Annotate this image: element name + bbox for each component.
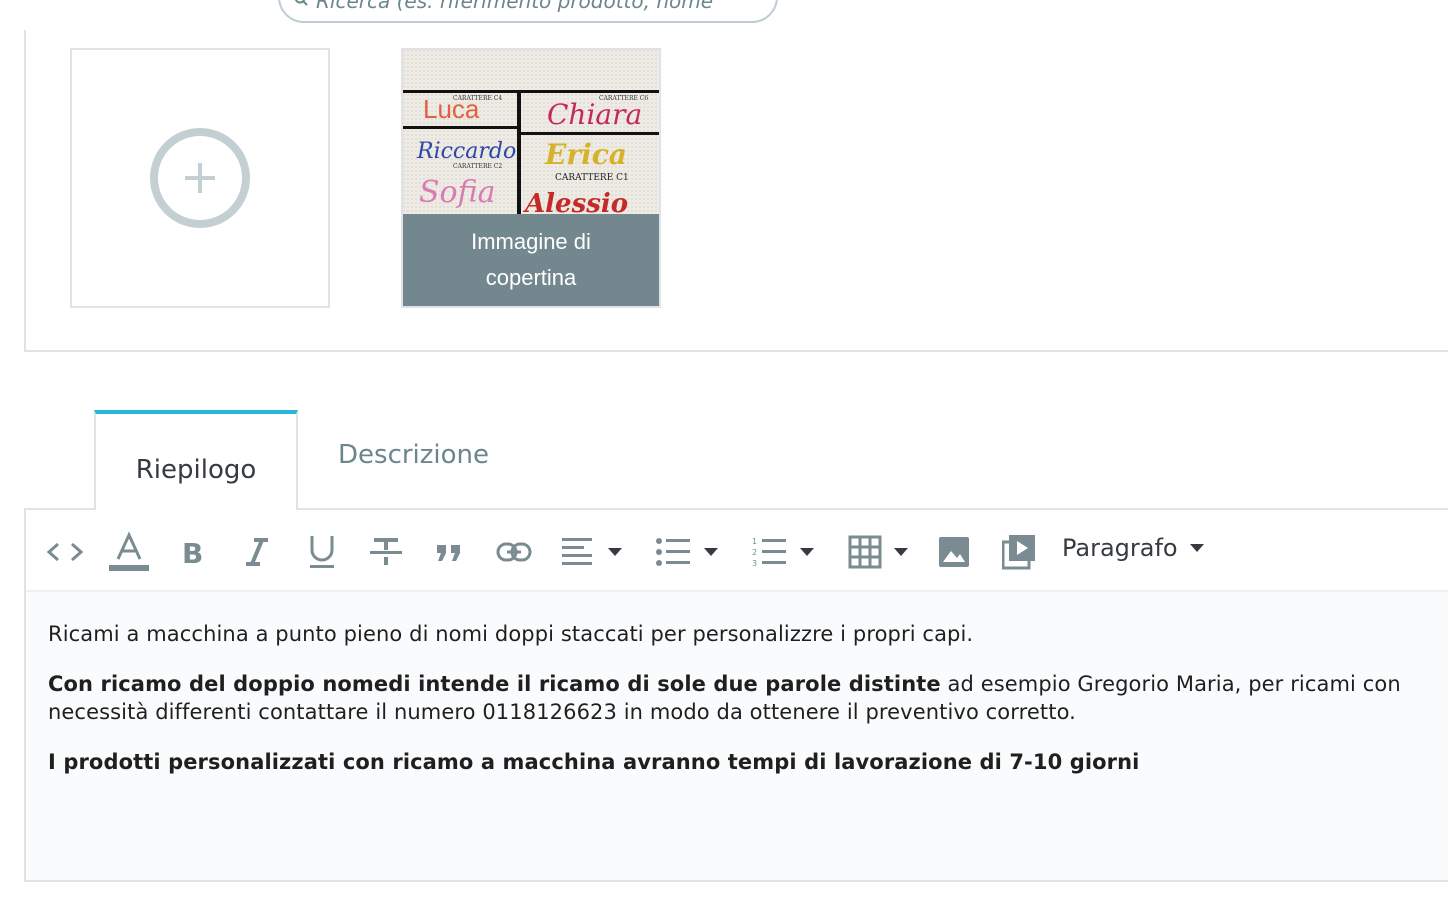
numbered-list-dropdown[interactable]: 1 2 3	[752, 532, 814, 572]
bullet-list-icon	[656, 538, 690, 566]
align-left-icon	[562, 538, 592, 565]
strikethrough-button[interactable]	[370, 532, 402, 572]
link-button[interactable]	[496, 532, 532, 572]
bold-icon: B	[182, 537, 203, 567]
paragraph-format-label: Paragrafo	[1062, 534, 1178, 562]
svg-text:2: 2	[752, 548, 757, 557]
content-text: ad esempio Gregorio Maria, per ricami co…	[940, 672, 1401, 696]
table-icon	[848, 535, 882, 569]
italic-button[interactable]	[244, 532, 270, 572]
thumb-name-alessio: Alessio	[522, 189, 628, 216]
svg-text:3: 3	[752, 559, 757, 568]
strikethrough-icon	[370, 538, 402, 565]
chevron-down-icon	[704, 548, 718, 556]
product-images-panel: CARATTERE C4 CARATTERE C6 Luca Chiara Ri…	[24, 30, 1448, 352]
link-icon	[496, 542, 532, 562]
search-icon	[294, 0, 308, 6]
align-dropdown[interactable]	[560, 532, 622, 572]
thumb-caption-c2: CARATTERE C2	[453, 163, 502, 170]
chevron-down-icon	[1189, 544, 1204, 552]
insert-video-button[interactable]	[1002, 532, 1036, 572]
underline-icon	[310, 536, 334, 568]
underline-button[interactable]	[308, 532, 336, 572]
code-view-button[interactable]	[46, 532, 84, 572]
svg-text:1: 1	[752, 537, 757, 546]
thumb-name-erica: Erica	[544, 138, 627, 171]
table-dropdown[interactable]	[848, 532, 908, 572]
tab-riepilogo[interactable]: Riepilogo	[94, 410, 298, 510]
bold-button[interactable]: B	[180, 532, 206, 572]
code-view-icon	[46, 542, 84, 562]
numbered-list-icon: 1 2 3	[752, 537, 786, 568]
italic-icon	[246, 538, 268, 566]
content-bold-text: Con ricamo del doppio nomedi intende il …	[48, 672, 941, 696]
paragraph-format-dropdown[interactable]: Paragrafo	[1062, 534, 1204, 562]
search-placeholder: Ricerca (es. riferimento prodotto, nome	[316, 0, 714, 13]
embroidery-fonts-thumbnail: CARATTERE C4 CARATTERE C6 Luca Chiara Ri…	[403, 50, 659, 219]
search-input[interactable]: Ricerca (es. riferimento prodotto, nome	[278, 0, 778, 23]
bullet-list-dropdown[interactable]	[656, 532, 718, 572]
cover-label-line2: copertina	[485, 265, 577, 290]
description-tabs: Riepilogo Descrizione	[94, 410, 694, 510]
blockquote-button[interactable]	[436, 532, 462, 572]
rich-text-editor: B 1 2 3 Paragrafo Ricami a macchina a pu…	[24, 508, 1448, 882]
content-bold-text: I prodotti personalizzati con ricamo a m…	[48, 750, 1140, 774]
content-paragraph-3: I prodotti personalizzati con ricamo a m…	[48, 748, 1448, 776]
svg-text:B: B	[182, 537, 203, 567]
cover-label-line1: Immagine di	[471, 229, 591, 254]
image-icon	[939, 537, 969, 567]
editor-toolbar: B 1 2 3 Paragrafo	[26, 510, 1448, 592]
font-color-icon	[109, 531, 149, 571]
chevron-down-icon	[894, 548, 908, 556]
font-color-button[interactable]	[108, 531, 150, 572]
chevron-down-icon	[800, 548, 814, 556]
content-paragraph-2: Con ricamo del doppio nomedi intende il …	[48, 670, 1448, 698]
product-editor-page: Ricerca (es. riferimento prodotto, nome	[0, 0, 1448, 918]
video-icon	[1002, 535, 1035, 570]
content-paragraph-2-line-2: necessità differenti contattare il numer…	[48, 698, 1448, 726]
content-text: necessità differenti contattare il numer…	[48, 700, 1076, 724]
chevron-down-icon	[608, 548, 622, 556]
thumb-name-sofia: Sofia	[419, 175, 496, 210]
thumb-name-riccardo: Riccardo	[416, 139, 516, 164]
thumb-name-luca: Luca	[423, 94, 480, 124]
tab-descrizione[interactable]: Descrizione	[338, 440, 489, 484]
plus-icon	[185, 163, 215, 193]
thumb-caption-c1: CARATTERE C1	[555, 173, 629, 183]
cover-image-label: Immagine di copertina	[403, 214, 659, 306]
add-image-button[interactable]	[70, 48, 330, 308]
insert-image-button[interactable]	[938, 532, 970, 572]
cover-image-tile[interactable]: CARATTERE C4 CARATTERE C6 Luca Chiara Ri…	[401, 48, 661, 308]
content-text: Ricami a macchina a punto pieno di nomi …	[48, 622, 974, 646]
editor-content[interactable]: Ricami a macchina a punto pieno di nomi …	[48, 620, 1448, 798]
thumb-name-chiara: Chiara	[547, 98, 642, 131]
blockquote-icon	[437, 545, 460, 561]
plus-circle-icon	[150, 128, 250, 228]
content-paragraph-1: Ricami a macchina a punto pieno di nomi …	[48, 620, 1448, 648]
